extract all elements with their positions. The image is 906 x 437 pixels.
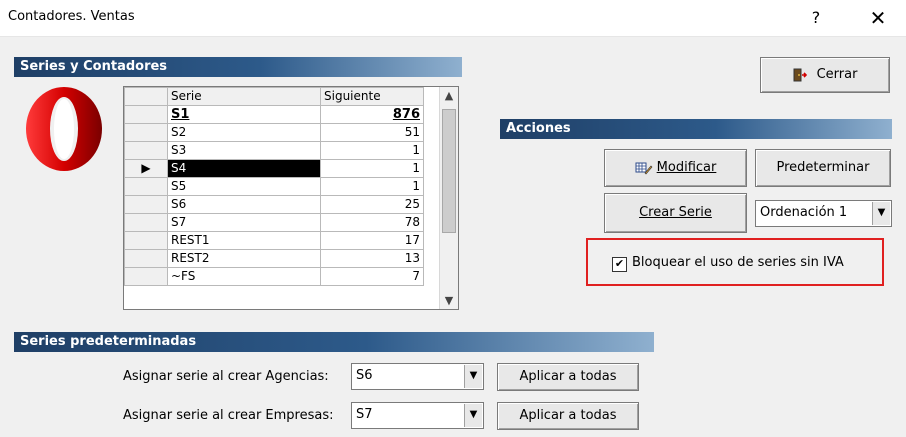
- apply-all-agencies-button[interactable]: Aplicar a todas: [497, 363, 639, 391]
- siguiente-cell[interactable]: 13: [320, 249, 424, 268]
- title-bar: Contadores. Ventas ? ✕: [0, 0, 906, 37]
- table-row[interactable]: S2 51: [124, 123, 424, 142]
- block-series-label[interactable]: Bloquear el uso de series sin IVA: [632, 255, 844, 270]
- agencies-label: Asignar serie al crear Agencias:: [123, 369, 329, 384]
- defaults-panel-header: Series predeterminadas: [14, 332, 654, 352]
- serie-cell[interactable]: REST1: [167, 231, 321, 250]
- row-indicator[interactable]: [124, 267, 168, 286]
- scroll-up-icon[interactable]: ▲: [440, 87, 458, 104]
- series-grid[interactable]: Serie Siguiente S1 876 S2 51 S3 1 ▶ S4 1…: [123, 86, 459, 310]
- siguiente-cell[interactable]: 876: [320, 105, 424, 124]
- selected-row-marker-icon[interactable]: ▶: [124, 159, 168, 178]
- block-series-highlight: ✔ Bloquear el uso de series sin IVA: [586, 238, 884, 286]
- row-indicator[interactable]: [124, 195, 168, 214]
- apply-all-companies-button[interactable]: Aplicar a todas: [497, 402, 639, 430]
- siguiente-cell[interactable]: 1: [320, 159, 424, 178]
- table-row[interactable]: S1 876: [124, 105, 424, 124]
- grid-header-row: Serie Siguiente: [124, 87, 424, 106]
- serie-cell[interactable]: S1: [167, 105, 321, 124]
- order-select[interactable]: Ordenación 1 ▼: [755, 200, 892, 227]
- help-button[interactable]: ?: [796, 4, 836, 32]
- set-default-button[interactable]: Predeterminar: [755, 149, 891, 187]
- companies-series-value: S7: [356, 407, 373, 422]
- table-row[interactable]: S3 1: [124, 141, 424, 160]
- grid-corner: [124, 87, 168, 106]
- agencies-series-select[interactable]: S6 ▼: [351, 363, 484, 390]
- close-window-button[interactable]: ✕: [858, 4, 898, 32]
- modify-button-label: Modificar: [656, 160, 717, 175]
- row-indicator[interactable]: [124, 213, 168, 232]
- create-series-button[interactable]: Crear Serie: [604, 193, 747, 233]
- column-header-serie[interactable]: Serie: [167, 87, 321, 106]
- grid-vertical-scrollbar[interactable]: ▲ ▼: [439, 87, 458, 309]
- table-row-selected[interactable]: ▶ S4 1: [124, 159, 424, 178]
- chevron-down-icon[interactable]: ▼: [464, 404, 482, 427]
- serie-cell[interactable]: ~FS: [167, 267, 321, 286]
- siguiente-cell[interactable]: 1: [320, 177, 424, 196]
- scroll-down-icon[interactable]: ▼: [440, 292, 458, 309]
- scroll-thumb[interactable]: [442, 109, 456, 233]
- order-select-value: Ordenación 1: [760, 205, 848, 220]
- chevron-down-icon[interactable]: ▼: [872, 202, 890, 225]
- row-indicator[interactable]: [124, 123, 168, 142]
- close-button[interactable]: Cerrar: [760, 57, 890, 93]
- serie-cell[interactable]: REST2: [167, 249, 321, 268]
- siguiente-cell[interactable]: 7: [320, 267, 424, 286]
- chevron-down-icon[interactable]: ▼: [464, 365, 482, 388]
- close-button-label: Cerrar: [816, 67, 858, 82]
- table-row[interactable]: ~FS 7: [124, 267, 424, 286]
- row-indicator[interactable]: [124, 249, 168, 268]
- row-indicator[interactable]: [124, 141, 168, 160]
- table-row[interactable]: S5 1: [124, 177, 424, 196]
- column-header-siguiente[interactable]: Siguiente: [320, 87, 424, 106]
- row-indicator[interactable]: [124, 231, 168, 250]
- modify-button[interactable]: Modificar: [604, 149, 747, 187]
- app-logo-icon: [26, 87, 102, 171]
- siguiente-cell[interactable]: 1: [320, 141, 424, 160]
- siguiente-cell[interactable]: 17: [320, 231, 424, 250]
- block-series-checkbox[interactable]: ✔: [612, 257, 627, 272]
- siguiente-cell[interactable]: 51: [320, 123, 424, 142]
- row-indicator[interactable]: [124, 177, 168, 196]
- companies-series-select[interactable]: S7 ▼: [351, 402, 484, 429]
- create-series-button-label: Crear Serie: [639, 205, 712, 220]
- actions-panel-header: Acciones: [500, 119, 892, 139]
- serie-cell[interactable]: S5: [167, 177, 321, 196]
- companies-label: Asignar serie al crear Empresas:: [123, 408, 334, 423]
- serie-cell[interactable]: S4: [167, 159, 321, 178]
- table-row[interactable]: S6 25: [124, 195, 424, 214]
- series-panel-header: Series y Contadores: [14, 57, 462, 77]
- siguiente-cell[interactable]: 78: [320, 213, 424, 232]
- siguiente-cell[interactable]: 25: [320, 195, 424, 214]
- window-title: Contadores. Ventas: [8, 9, 135, 24]
- serie-cell[interactable]: S6: [167, 195, 321, 214]
- agencies-series-value: S6: [356, 368, 373, 383]
- row-indicator[interactable]: [124, 105, 168, 124]
- serie-cell[interactable]: S2: [167, 123, 321, 142]
- edit-grid-icon: [635, 162, 653, 174]
- table-row[interactable]: REST1 17: [124, 231, 424, 250]
- serie-cell[interactable]: S3: [167, 141, 321, 160]
- exit-door-icon: [793, 68, 807, 81]
- table-row[interactable]: REST2 13: [124, 249, 424, 268]
- serie-cell[interactable]: S7: [167, 213, 321, 232]
- table-row[interactable]: S7 78: [124, 213, 424, 232]
